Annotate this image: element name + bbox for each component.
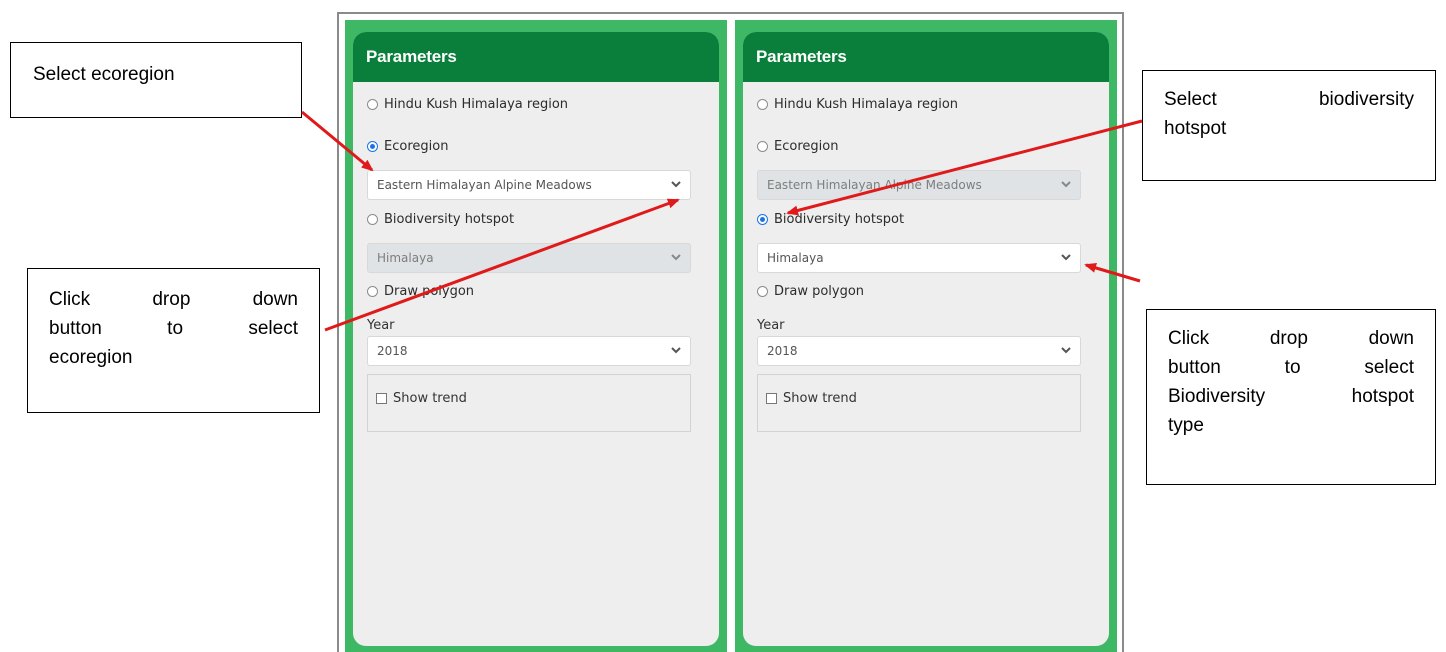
select-value: 2018 [767, 344, 798, 358]
chevron-down-icon [1061, 181, 1071, 188]
option-ecoregion[interactable]: Ecoregion [367, 139, 448, 154]
option-ecoregion[interactable]: Ecoregion [757, 139, 838, 154]
parameters-panel-ecoregion: Parameters Hindu Kush Himalaya region Ec… [345, 20, 727, 652]
trend-container: Show trend [757, 374, 1081, 432]
chevron-down-icon[interactable] [1060, 344, 1072, 356]
panel-title: Parameters [353, 32, 719, 82]
parameters-panel-hotspot: Parameters Hindu Kush Himalaya region Ec… [735, 20, 1117, 652]
radio-button-icon[interactable] [757, 99, 768, 110]
select-value: 2018 [377, 344, 408, 358]
option-biodiversity-hotspot[interactable]: Biodiversity hotspot [367, 212, 514, 227]
year-select[interactable]: 2018 [757, 336, 1081, 366]
show-trend-checkbox-row[interactable]: Show trend [376, 391, 467, 406]
radio-button-icon[interactable] [367, 141, 378, 152]
callout-line: ecoregion [49, 347, 133, 368]
option-label: Ecoregion [384, 139, 449, 154]
option-hkh-region[interactable]: Hindu Kush Himalaya region [757, 97, 958, 112]
radio-button-icon[interactable] [367, 286, 378, 297]
chevron-down-icon[interactable] [1060, 251, 1072, 263]
callout-line: Select ecoregion [33, 64, 175, 85]
option-draw-polygon[interactable]: Draw polygon [757, 284, 864, 299]
year-label: Year [367, 318, 395, 333]
option-label: Draw polygon [384, 284, 475, 299]
radio-button-icon[interactable] [367, 214, 378, 225]
year-select[interactable]: 2018 [367, 336, 691, 366]
select-value: Eastern Himalayan Alpine Meadows [767, 178, 982, 192]
panel-card: Parameters Hindu Kush Himalaya region Ec… [353, 32, 719, 646]
checkbox-label: Show trend [783, 391, 857, 406]
ecoregion-select: Eastern Himalayan Alpine Meadows [757, 170, 1081, 200]
option-label: Biodiversity hotspot [774, 212, 905, 227]
checkbox-icon[interactable] [376, 393, 387, 404]
callout-line: button to select [49, 318, 298, 339]
callout-line: Click drop down [49, 289, 298, 310]
callout-line: Biodiversity hotspot [1168, 386, 1414, 407]
chevron-down-icon [671, 254, 681, 261]
option-label: Draw polygon [774, 284, 865, 299]
chevron-down-icon[interactable] [670, 178, 682, 190]
hotspot-select: Himalaya [367, 243, 691, 273]
callout-line: Click drop down [1168, 328, 1414, 349]
panel-card: Parameters Hindu Kush Himalaya region Ec… [743, 32, 1109, 646]
option-label: Ecoregion [774, 139, 839, 154]
callout-select-hotspot: Select biodiversity hotspot [1142, 70, 1436, 181]
callout-line: hotspot [1164, 118, 1227, 139]
trend-container: Show trend [367, 374, 691, 432]
panel-title: Parameters [743, 32, 1109, 82]
radio-button-icon[interactable] [757, 286, 768, 297]
callout-click-dropdown-ecoregion: Click drop down button to select ecoregi… [27, 268, 320, 413]
option-label: Biodiversity hotspot [384, 212, 515, 227]
radio-button-icon[interactable] [757, 214, 768, 225]
option-hkh-region[interactable]: Hindu Kush Himalaya region [367, 97, 568, 112]
ecoregion-select[interactable]: Eastern Himalayan Alpine Meadows [367, 170, 691, 200]
select-value: Himalaya [767, 251, 824, 265]
hotspot-select[interactable]: Himalaya [757, 243, 1081, 273]
callout-click-dropdown-hotspot: Click drop down button to select Biodive… [1146, 309, 1436, 485]
chevron-down-icon[interactable] [670, 344, 682, 356]
callout-line: button to select [1168, 357, 1414, 378]
radio-button-icon[interactable] [367, 99, 378, 110]
select-value: Himalaya [377, 251, 434, 265]
radio-button-icon[interactable] [757, 141, 768, 152]
checkbox-label: Show trend [393, 391, 467, 406]
show-trend-checkbox-row[interactable]: Show trend [766, 391, 857, 406]
callout-line: type [1168, 415, 1204, 436]
checkbox-icon[interactable] [766, 393, 777, 404]
option-label: Hindu Kush Himalaya region [384, 97, 569, 112]
option-label: Hindu Kush Himalaya region [774, 97, 959, 112]
year-label: Year [757, 318, 785, 333]
option-biodiversity-hotspot[interactable]: Biodiversity hotspot [757, 212, 904, 227]
option-draw-polygon[interactable]: Draw polygon [367, 284, 474, 299]
callout-select-ecoregion: Select ecoregion [10, 42, 302, 118]
select-value: Eastern Himalayan Alpine Meadows [377, 178, 592, 192]
callout-line: Select biodiversity [1164, 89, 1414, 110]
